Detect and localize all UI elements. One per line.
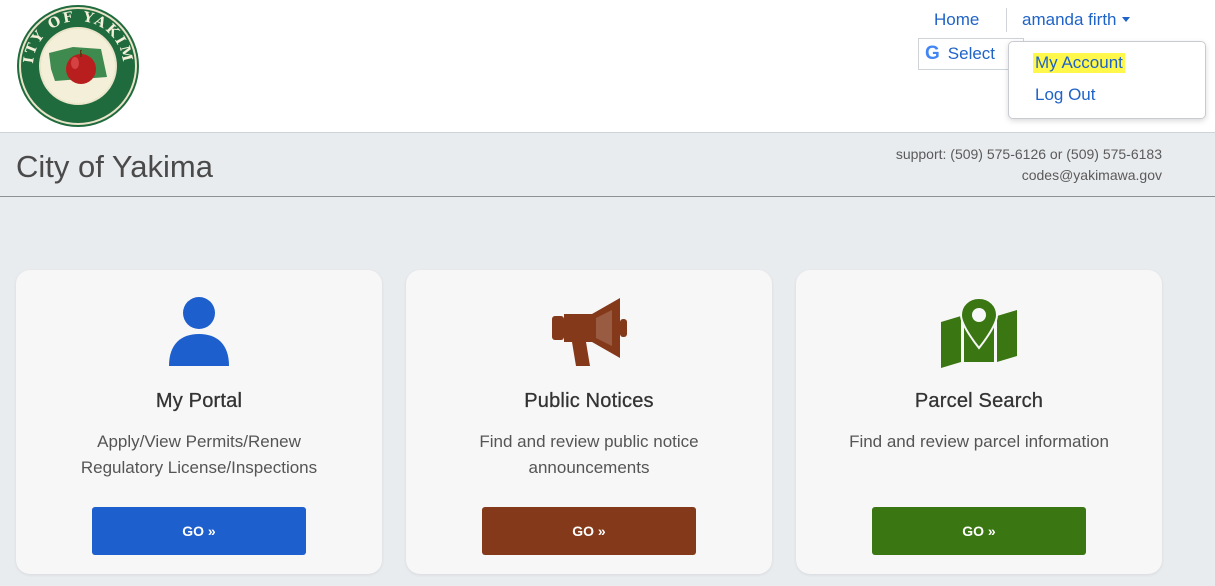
parcel-search-go-button[interactable]: GO »: [872, 507, 1086, 555]
menu-item-log-out[interactable]: Log Out: [1033, 85, 1098, 105]
card-desc-line: Find and review public notice: [479, 432, 699, 451]
user-dropdown-menu: My Account Log Out: [1008, 41, 1206, 119]
card-desc-line: announcements: [528, 458, 650, 477]
menu-item-my-account[interactable]: My Account: [1033, 53, 1125, 73]
map-marker-icon: [941, 296, 1017, 368]
card-description: Find and review public notice announceme…: [426, 429, 752, 481]
card-desc-line: Regulatory License/Inspections: [80, 458, 318, 477]
user-name: amanda firth: [1022, 10, 1117, 29]
card-desc-line: Apply/View Permits/Renew: [97, 432, 301, 451]
card-my-portal: My Portal Apply/View Permits/Renew Regul…: [16, 270, 382, 574]
card-public-notices: Public Notices Find and review public no…: [406, 270, 772, 574]
support-info: support: (509) 575-6126 or (509) 575-618…: [896, 144, 1162, 186]
site-header: City of Yakima support: (509) 575-6126 o…: [0, 134, 1215, 197]
google-g-icon: G: [925, 43, 940, 64]
card-title: My Portal: [155, 390, 243, 412]
card-desc-line: Find and review parcel information: [849, 432, 1109, 451]
card-title: Public Notices: [524, 390, 654, 412]
user-menu-toggle[interactable]: amanda firth: [1022, 10, 1130, 30]
my-portal-go-button[interactable]: GO »: [92, 507, 306, 555]
page-title: City of Yakima: [16, 149, 213, 184]
card-description: Find and review parcel information: [816, 429, 1142, 455]
user-icon: [169, 297, 229, 366]
public-notices-go-button[interactable]: GO »: [482, 507, 696, 555]
top-bar: CITY OF YAKIMA INCORPORATED 1886 Home am…: [0, 0, 1215, 133]
support-email: codes@yakimawa.gov: [1021, 167, 1162, 183]
caret-down-icon: [1121, 17, 1130, 23]
nav-divider: [1006, 8, 1007, 32]
support-phone: support: (509) 575-6126 or (509) 575-618…: [895, 146, 1162, 162]
city-seal-icon[interactable]: CITY OF YAKIMA INCORPORATED 1886: [15, 3, 141, 129]
language-select-label: Select: [947, 44, 996, 63]
card-parcel-search: Parcel Search Find and review parcel inf…: [796, 270, 1162, 574]
nav-home-link[interactable]: Home: [934, 10, 979, 30]
card-description: Apply/View Permits/Renew Regulatory Lice…: [36, 429, 362, 481]
card-title: Parcel Search: [914, 390, 1044, 412]
megaphone-icon: [552, 298, 627, 366]
